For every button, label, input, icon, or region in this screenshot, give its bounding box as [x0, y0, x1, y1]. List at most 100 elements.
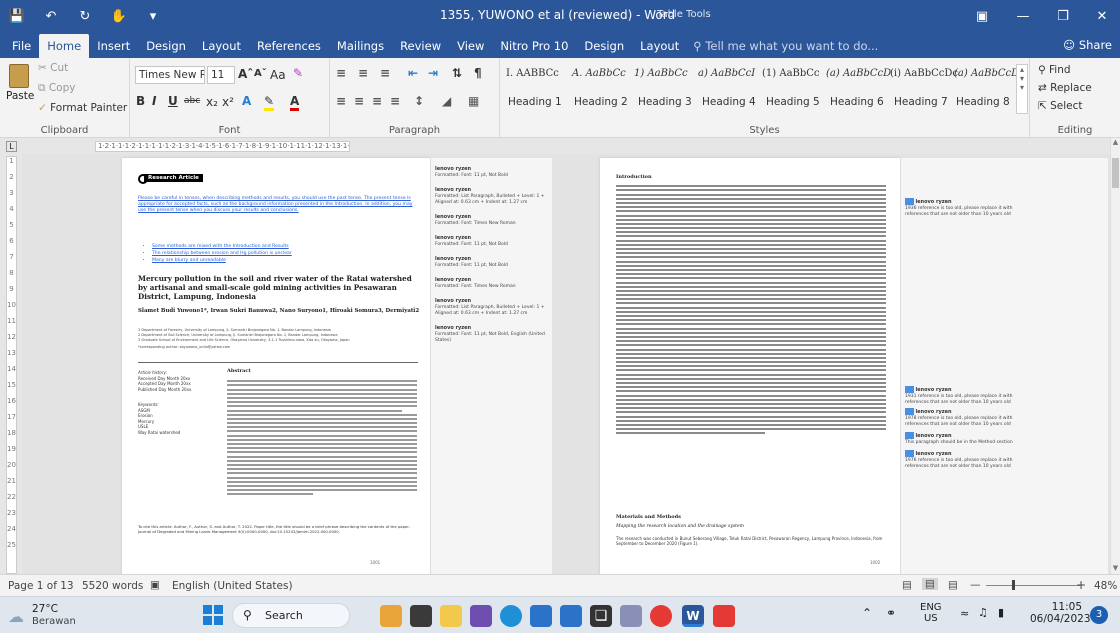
justify-icon[interactable]: ≡: [390, 94, 400, 108]
style-preview[interactable]: (a) AaBbCcD: [954, 68, 1019, 79]
proofing-icon[interactable]: ▣: [150, 579, 160, 591]
subscript-button[interactable]: x₂: [206, 95, 218, 109]
battery-icon[interactable]: ▮: [998, 606, 1004, 619]
tell-me-box[interactable]: ⚲ Tell me what you want to do...: [693, 34, 878, 58]
paste-button[interactable]: Paste: [6, 64, 34, 102]
zoom-slider-thumb[interactable]: [1012, 580, 1015, 590]
mail-icon[interactable]: [560, 605, 582, 627]
comment[interactable]: lenovo ryzen 1978 reference is too old, p…: [905, 408, 1025, 428]
style-preview[interactable]: a) AaBbCcI: [698, 68, 755, 79]
find-button[interactable]: ⚲ Find: [1038, 64, 1071, 76]
tab-home[interactable]: Home: [39, 34, 90, 58]
comment[interactable]: lenovo ryzen 1976 reference is too old, p…: [905, 450, 1025, 470]
save-icon[interactable]: 💾: [0, 0, 34, 32]
file-explorer-icon[interactable]: [440, 605, 462, 627]
zoom-level[interactable]: 48%: [1094, 580, 1117, 592]
shrink-font-icon[interactable]: Aˇ: [254, 68, 267, 79]
style-heading-7[interactable]: Heading 7: [894, 96, 948, 108]
style-preview[interactable]: (i) AaBbCcDc: [890, 68, 958, 79]
language-status[interactable]: English (United States): [172, 580, 293, 592]
increase-indent-icon[interactable]: ⇥: [428, 66, 438, 80]
style-heading-4[interactable]: Heading 4: [702, 96, 756, 108]
strikethrough-button[interactable]: abc: [184, 96, 200, 106]
align-center-icon[interactable]: ≡: [354, 94, 364, 108]
customize-qat-icon[interactable]: ▾: [136, 0, 170, 32]
cut-button[interactable]: ✂ Cut: [38, 62, 68, 74]
list-item[interactable]: The relationship between erosion and Hg …: [152, 250, 392, 257]
page-2[interactable]: Introduction Materials and Methods Mappi…: [600, 158, 900, 574]
taskbar-search[interactable]: ⚲ Search: [232, 603, 350, 628]
tab-nitro[interactable]: Nitro Pro 10: [492, 34, 576, 58]
style-heading-5[interactable]: Heading 5: [766, 96, 820, 108]
copy-button[interactable]: ⧉ Copy: [38, 82, 75, 95]
comment[interactable]: lenovo ryzen 1931 reference is too old, p…: [905, 386, 1025, 406]
dropbox-icon[interactable]: ❏: [590, 605, 612, 627]
page-counter[interactable]: Page 1 of 13: [8, 580, 74, 592]
comment[interactable]: lenovo ryzen Formatted: Font: 11 pt, Not …: [435, 256, 549, 269]
style-heading-3[interactable]: Heading 3: [638, 96, 692, 108]
calculator-icon[interactable]: [620, 605, 642, 627]
show-hidden-icons[interactable]: ⌃: [862, 606, 872, 620]
ribbon-display-icon[interactable]: ▣: [962, 0, 1002, 32]
zoom-in-button[interactable]: +: [1076, 578, 1086, 592]
undo-icon[interactable]: ↶: [34, 0, 68, 32]
redo-icon[interactable]: ↻: [68, 0, 102, 32]
print-layout-icon[interactable]: ▤: [922, 578, 938, 590]
close-button[interactable]: ✕: [1082, 0, 1120, 32]
minimize-button[interactable]: —: [1003, 0, 1043, 32]
replace-button[interactable]: ⇄ Replace: [1038, 82, 1092, 94]
highlight-icon[interactable]: ✎: [264, 94, 275, 111]
web-layout-icon[interactable]: ▤: [948, 579, 958, 591]
acrobat-icon[interactable]: [713, 605, 735, 627]
tab-file[interactable]: File: [4, 34, 39, 58]
photos-app-icon[interactable]: [380, 605, 402, 627]
clear-formatting-icon[interactable]: ✎: [293, 66, 303, 80]
italic-button[interactable]: I: [152, 94, 156, 108]
word-app-icon[interactable]: W: [682, 605, 704, 627]
align-right-icon[interactable]: ≡: [372, 94, 382, 108]
share-button[interactable]: ☺ Share: [1063, 38, 1112, 52]
edge-icon[interactable]: [500, 605, 522, 627]
zoom-out-button[interactable]: —: [970, 579, 981, 591]
comment[interactable]: lenovo ryzen Formatted: Font: Times New R…: [435, 277, 549, 290]
align-left-icon[interactable]: ≡: [336, 94, 346, 108]
select-button[interactable]: ⇱ Select: [1038, 100, 1083, 112]
tab-mailings[interactable]: Mailings: [329, 34, 392, 58]
reviewer-note[interactable]: Please be careful in tenses, when descri…: [138, 196, 418, 214]
style-preview[interactable]: (1) AaBbCc: [762, 68, 820, 79]
store-icon[interactable]: [530, 605, 552, 627]
line-spacing-icon[interactable]: ↕: [414, 94, 424, 108]
style-preview[interactable]: I. AABBCc: [506, 68, 559, 79]
shading-icon[interactable]: ◢: [442, 94, 451, 108]
bullets-icon[interactable]: ≡: [336, 66, 346, 80]
comment[interactable]: lenovo ryzen Formatted: Font: 11 pt, Not …: [435, 235, 549, 248]
list-item[interactable]: Some methods are mixed with the Introduc…: [152, 243, 392, 250]
sort-icon[interactable]: ⇅: [452, 66, 462, 80]
vertical-ruler[interactable]: 1 2 3 4 5 6 7 8 9 10 11 12 13 14 15 16 17 18 19 20 21 22 23 24 2…: [6, 156, 17, 574]
page-1[interactable]: Research Article Please be careful in te…: [122, 158, 430, 574]
style-preview[interactable]: (a) AaBbCcD: [826, 68, 891, 79]
style-heading-6[interactable]: Heading 6: [830, 96, 884, 108]
pilcrow-icon[interactable]: ¶: [474, 66, 482, 80]
comment[interactable]: lenovo ryzen Formatted: Font: 11 pt, Not …: [435, 166, 549, 179]
language-indicator[interactable]: ENG US: [920, 602, 942, 624]
read-mode-icon[interactable]: ▤: [902, 579, 912, 591]
task-view-icon[interactable]: [410, 605, 432, 627]
vertical-scrollbar[interactable]: ▲ ▼: [1110, 138, 1120, 574]
tab-table-layout[interactable]: Layout: [632, 34, 687, 58]
zoom-slider[interactable]: [986, 585, 1080, 586]
tab-design[interactable]: Design: [138, 34, 194, 58]
multilevel-list-icon[interactable]: ≡: [380, 66, 390, 80]
style-preview[interactable]: A. AaBbCc: [572, 68, 626, 79]
tab-view[interactable]: View: [449, 34, 492, 58]
tab-table-design[interactable]: Design: [576, 34, 632, 58]
wifi-icon[interactable]: ≈: [960, 607, 969, 620]
tab-insert[interactable]: Insert: [89, 34, 138, 58]
change-case-icon[interactable]: Aa: [270, 68, 286, 82]
style-preview[interactable]: 1) AaBbCc: [634, 68, 688, 79]
bold-button[interactable]: B: [136, 94, 145, 108]
comment[interactable]: lenovo ryzen Formatted: List Paragraph, B…: [435, 298, 549, 317]
volume-icon[interactable]: ♫: [978, 606, 988, 619]
clock[interactable]: 11:05 06/04/2023: [1030, 601, 1091, 625]
style-heading-2[interactable]: Heading 2: [574, 96, 628, 108]
